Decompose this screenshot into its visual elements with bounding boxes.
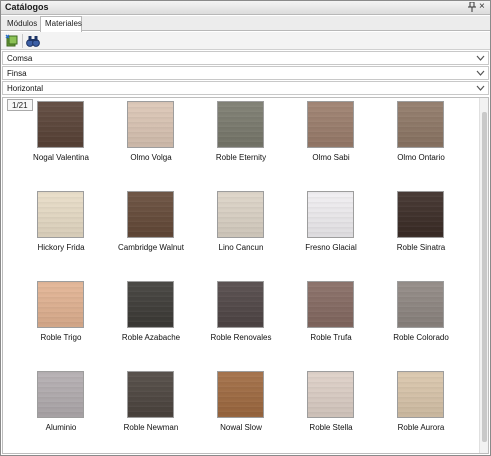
material-label: Roble Aurora: [397, 423, 445, 432]
material-label: Cambridge Walnut: [118, 243, 184, 252]
orientation-select[interactable]: Horizontal: [2, 81, 489, 95]
material-tile[interactable]: Nogal Valentina: [21, 101, 101, 171]
material-swatch[interactable]: [217, 371, 264, 418]
material-swatch[interactable]: [127, 371, 174, 418]
material-tile[interactable]: Cambridge Walnut: [111, 191, 191, 261]
material-swatch[interactable]: [37, 281, 84, 328]
material-swatch[interactable]: [217, 101, 264, 148]
material-swatch[interactable]: [397, 371, 444, 418]
material-label: Olmo Sabi: [312, 153, 350, 162]
material-label: Aluminio: [45, 423, 77, 432]
material-label: Nowal Slow: [220, 423, 262, 432]
material-tile[interactable]: Roble Azabache: [111, 281, 191, 351]
material-swatch[interactable]: [127, 281, 174, 328]
material-label: Nogal Valentina: [33, 153, 89, 162]
material-label: Roble Sinatra: [396, 243, 446, 252]
material-tile[interactable]: Roble Eternity: [201, 101, 281, 171]
material-swatch[interactable]: [397, 281, 444, 328]
material-label: Roble Eternity: [215, 153, 267, 162]
material-label: Olmo Ontario: [397, 153, 445, 162]
material-tile[interactable]: Lino Cancun: [201, 191, 281, 261]
catalog-panel: Catálogos × Módulos Materiales Comsa Fin…: [0, 0, 491, 456]
material-label: Olmo Volga: [130, 153, 172, 162]
chevron-down-icon[interactable]: [476, 68, 485, 78]
material-tile[interactable]: Aluminio: [21, 371, 101, 441]
material-label: Roble Trufa: [310, 333, 352, 342]
material-tile[interactable]: Roble Trufa: [291, 281, 371, 351]
material-tile[interactable]: Roble Aurora: [381, 371, 461, 441]
material-swatch[interactable]: [397, 101, 444, 148]
material-tile[interactable]: Roble Newman: [111, 371, 191, 441]
tab-materiales[interactable]: Materiales: [40, 16, 82, 32]
supplier-select[interactable]: Finsa: [2, 66, 489, 80]
close-icon[interactable]: ×: [479, 1, 485, 12]
tab-label: Materiales: [45, 19, 82, 28]
material-label: Roble Stella: [309, 423, 353, 432]
material-swatch[interactable]: [217, 281, 264, 328]
material-swatch[interactable]: [37, 371, 84, 418]
material-swatch[interactable]: [307, 281, 354, 328]
material-label: Hickory Frida: [37, 243, 85, 252]
material-tile[interactable]: Olmo Volga: [111, 101, 191, 171]
material-tile[interactable]: Roble Renovales: [201, 281, 281, 351]
material-swatch[interactable]: [217, 191, 264, 238]
material-tile[interactable]: Roble Stella: [291, 371, 371, 441]
add-material-icon[interactable]: [4, 33, 20, 49]
brand-select[interactable]: Comsa: [2, 51, 489, 65]
orientation-select-value: Horizontal: [7, 84, 44, 93]
material-tile[interactable]: Nowal Slow: [201, 371, 281, 441]
material-swatch[interactable]: [397, 191, 444, 238]
material-swatch[interactable]: [127, 191, 174, 238]
material-label: Roble Trigo: [40, 333, 82, 342]
material-tile[interactable]: Roble Trigo: [21, 281, 101, 351]
material-swatch[interactable]: [307, 371, 354, 418]
pin-icon[interactable]: [468, 1, 476, 14]
material-label: Roble Newman: [123, 423, 179, 432]
supplier-select-value: Finsa: [7, 69, 27, 78]
binoculars-search-icon[interactable]: [25, 33, 41, 49]
chevron-down-icon[interactable]: [476, 83, 485, 93]
material-label: Roble Azabache: [121, 333, 181, 342]
material-swatch[interactable]: [307, 101, 354, 148]
chevron-down-icon[interactable]: [476, 53, 485, 63]
material-swatch[interactable]: [127, 101, 174, 148]
tab-strip: Módulos Materiales: [1, 16, 490, 32]
material-label: Roble Colorado: [393, 333, 449, 342]
material-tile[interactable]: Hickory Frida: [21, 191, 101, 261]
material-tile[interactable]: Fresno Glacial: [291, 191, 371, 261]
scrollbar-thumb[interactable]: [482, 112, 487, 442]
material-gallery: 1/21 Nogal Valentina Olmo Volga Roble Eter…: [2, 97, 489, 454]
material-swatch[interactable]: [37, 101, 84, 148]
material-swatch[interactable]: [307, 191, 354, 238]
material-tile[interactable]: Olmo Ontario: [381, 101, 461, 171]
tab-label: Módulos: [7, 19, 38, 28]
vertical-scrollbar[interactable]: [479, 98, 488, 453]
material-tile[interactable]: Roble Sinatra: [381, 191, 461, 261]
toolbar-separator: [22, 34, 23, 48]
panel-title: Catálogos: [5, 2, 49, 12]
material-swatch[interactable]: [37, 191, 84, 238]
panel-titlebar: Catálogos ×: [1, 1, 490, 15]
toolbar: [1, 32, 490, 50]
material-tile[interactable]: Roble Colorado: [381, 281, 461, 351]
brand-select-value: Comsa: [7, 54, 33, 63]
material-tile[interactable]: Olmo Sabi: [291, 101, 371, 171]
tab-modulos[interactable]: Módulos: [3, 17, 40, 31]
material-label: Lino Cancun: [218, 243, 264, 252]
material-label: Fresno Glacial: [305, 243, 357, 252]
material-label: Roble Renovales: [210, 333, 272, 342]
